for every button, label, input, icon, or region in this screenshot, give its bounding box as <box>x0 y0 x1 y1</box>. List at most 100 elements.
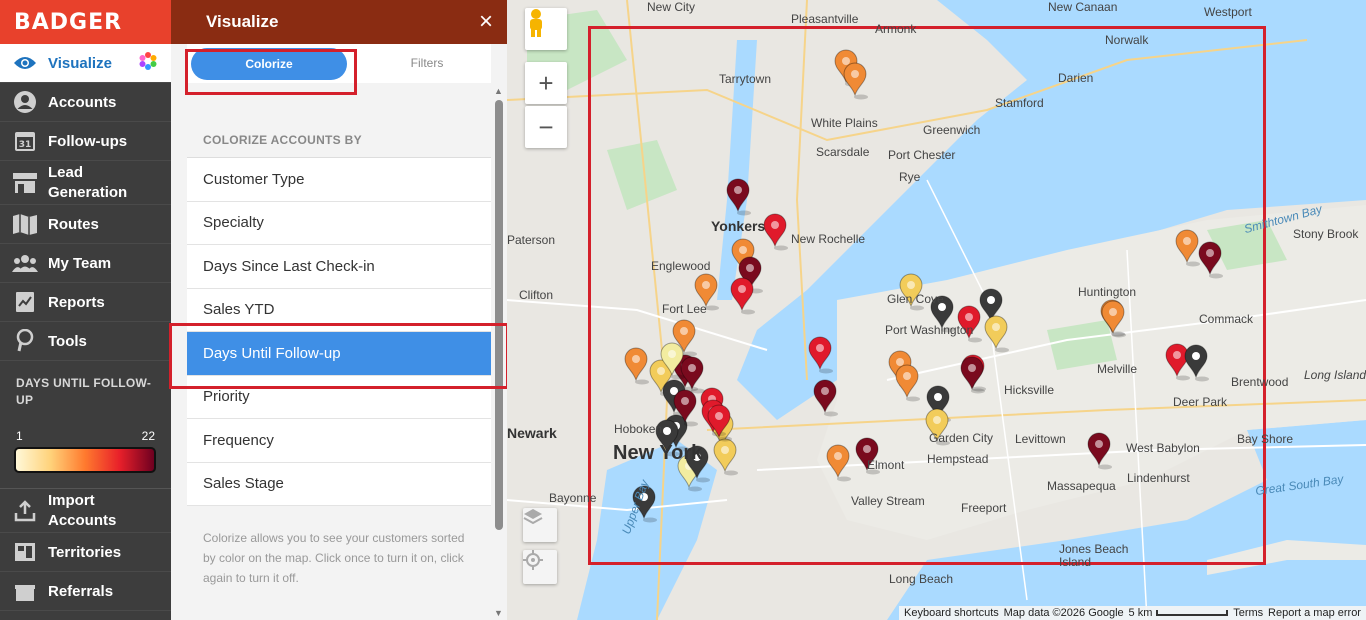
option-customer-type[interactable]: Customer Type <box>187 158 491 202</box>
highlight-selected-option <box>169 323 509 389</box>
map-label: Westport <box>1204 5 1252 19</box>
street-view-button[interactable] <box>525 8 567 50</box>
nav-item-reports[interactable]: Reports <box>0 283 171 322</box>
panel-header: Visualize × <box>171 0 507 44</box>
nav-label-follow-ups: Follow-ups <box>48 132 128 150</box>
map-background <box>507 0 1366 620</box>
map-label: Fort Lee <box>662 302 707 316</box>
map-label: Bayonne <box>549 491 597 505</box>
nav-label-referrals: Referrals <box>48 582 114 600</box>
nav-label-import-accounts: Import Accounts <box>48 491 116 531</box>
option-days-since-last-check-in[interactable]: Days Since Last Check-in <box>187 245 491 289</box>
option-frequency[interactable]: Frequency <box>187 419 491 463</box>
scroll-up-arrow[interactable]: ▲ <box>493 86 504 96</box>
map-label: Darien <box>1058 71 1094 85</box>
panel-title: Visualize <box>206 12 279 31</box>
nav-item-my-team[interactable]: My Team <box>0 244 171 283</box>
nav-item-follow-ups[interactable]: 31 Follow-ups <box>0 122 171 161</box>
map-label: Englewood <box>651 259 711 273</box>
nav-label-my-team: My Team <box>48 254 112 272</box>
account-pin[interactable] <box>843 62 868 100</box>
map-label: Glen Cove <box>887 292 944 306</box>
pegman-icon <box>530 9 542 37</box>
map-label: New Rochelle <box>791 232 866 246</box>
map-label: Jones Beach Island <box>1059 542 1129 569</box>
map-label: Freeport <box>961 501 1007 515</box>
map-icon <box>12 212 38 236</box>
map-scale: 5 km <box>1129 607 1229 619</box>
territory-icon <box>12 540 38 564</box>
legend-max: 22 <box>141 429 155 443</box>
scale-bar <box>1156 610 1229 616</box>
account-pin[interactable] <box>730 277 755 315</box>
map-label: Rye <box>899 170 921 184</box>
map-label: White Plains <box>811 116 878 130</box>
zoom-out-button[interactable]: − <box>525 106 567 148</box>
map-label-port-washington: Port Washington <box>885 323 974 337</box>
map-label: Hempstead <box>927 452 989 466</box>
option-sales-stage[interactable]: Sales Stage <box>187 462 491 506</box>
nav-label-routes: Routes <box>48 215 99 233</box>
user-circle-icon <box>12 90 38 114</box>
map-label: Lindenhurst <box>1127 471 1190 485</box>
terms-link[interactable]: Terms <box>1233 607 1263 619</box>
gift-icon <box>12 579 38 603</box>
map-label: New City <box>647 0 696 14</box>
nav-item-accounts[interactable]: Accounts <box>0 83 171 122</box>
layers-icon <box>523 509 543 525</box>
map-footer: Keyboard shortcuts Map data ©2026 Google… <box>899 606 1366 620</box>
my-location-button[interactable] <box>523 550 557 584</box>
map-label: Bay Shore <box>1237 432 1294 446</box>
nav-label-accounts-2: Accounts <box>48 511 117 529</box>
map-label: Tarrytown <box>719 72 772 86</box>
map-canvas[interactable]: New City Pleasantville New Canaan Westpo… <box>507 0 1366 620</box>
nav-label-import: Import <box>48 491 95 509</box>
nav-label-tools: Tools <box>48 332 87 350</box>
brand-logo[interactable]: BADGER <box>0 0 171 44</box>
map-label: New Canaan <box>1048 0 1118 14</box>
map-label: Hoboken <box>614 422 663 436</box>
map-label: Elmont <box>867 458 905 472</box>
map-scale-label: 5 km <box>1128 607 1153 619</box>
map-label: Greenwich <box>923 123 981 137</box>
map-label: Garden City <box>929 431 994 445</box>
account-pin[interactable] <box>763 213 788 251</box>
nav-item-routes[interactable]: Routes <box>0 205 171 244</box>
map-label: Yonkers <box>711 218 766 234</box>
zoom-in-button[interactable]: + <box>525 62 567 104</box>
keyboard-shortcuts-link[interactable]: Keyboard shortcuts <box>904 607 999 619</box>
map-label: Long Island <box>1304 368 1366 382</box>
map-label: Newark <box>507 425 557 441</box>
nav-item-territories[interactable]: Territories <box>0 533 171 572</box>
map-label: West Babylon <box>1126 441 1200 455</box>
map-label: Melville <box>1097 362 1138 376</box>
tab-filters[interactable]: Filters <box>387 56 467 70</box>
scroll-thumb[interactable] <box>495 100 503 530</box>
account-pin[interactable] <box>713 438 738 476</box>
map-label: Norwalk <box>1105 33 1149 47</box>
colorize-help-text: Colorize allows you to see your customer… <box>203 531 465 585</box>
nav-label-territories: Territories <box>48 543 122 561</box>
account-pin[interactable] <box>624 347 649 385</box>
nav-item-referrals[interactable]: Referrals <box>0 572 171 611</box>
scroll-down-arrow[interactable]: ▼ <box>493 608 504 618</box>
layers-button[interactable] <box>523 508 557 542</box>
color-wheel-icon <box>138 51 158 75</box>
map-data-attribution: Map data ©2026 Google <box>1003 607 1124 619</box>
legend-title: DAYS UNTIL FOLLOW-UP <box>16 376 152 407</box>
nav-label-visualize: Visualize <box>48 54 112 72</box>
option-specialty[interactable]: Specialty <box>187 201 491 245</box>
map-label: Long Beach <box>889 572 954 586</box>
nav-item-lead-generation[interactable]: Lead Generation <box>0 161 171 205</box>
map-label: Hicksville <box>1004 383 1055 397</box>
nav-item-tools[interactable]: Tools <box>0 322 171 361</box>
report-icon <box>12 290 38 314</box>
map-label: Brentwood <box>1231 375 1289 389</box>
map-label: Huntington <box>1078 285 1137 299</box>
nav-item-import-accounts[interactable]: Import Accounts <box>0 489 171 533</box>
nav-item-visualize[interactable]: Visualize <box>0 44 171 83</box>
team-icon <box>12 251 38 275</box>
close-icon[interactable]: × <box>479 8 493 36</box>
map-label: Stony Brook <box>1293 227 1359 241</box>
report-map-error-link[interactable]: Report a map error <box>1268 607 1361 619</box>
